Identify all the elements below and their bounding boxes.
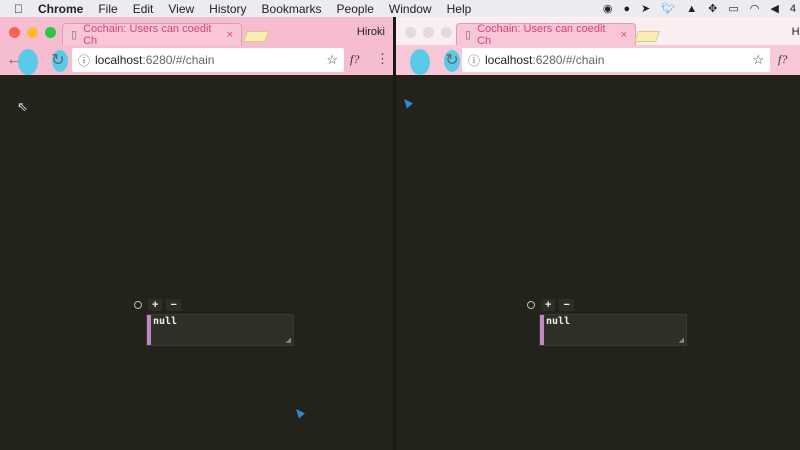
menu-window[interactable]: Window — [389, 2, 432, 16]
page-content: ⇖ + − null ◢ — [0, 75, 395, 450]
toolbar: ↻ ⓘ localhost:6280/#/chain ☆ f? — [396, 45, 800, 75]
menu-history[interactable]: History — [209, 2, 246, 16]
menu-edit[interactable]: Edit — [133, 2, 154, 16]
arrow-app-icon[interactable]: ➤ — [641, 2, 650, 15]
profile-name[interactable]: Hiroki — [357, 26, 385, 38]
bookmark-star-icon[interactable]: ☆ — [326, 52, 338, 68]
tab-bar: ▯ Cochain: Users can coedit Ch × Hiroki — [0, 17, 395, 47]
minimize-window-button[interactable] — [423, 27, 434, 38]
resize-grip-icon[interactable]: ◢ — [679, 336, 684, 344]
record-icon[interactable]: ◉ — [603, 2, 613, 15]
add-button[interactable]: + — [541, 299, 556, 311]
add-button[interactable]: + — [148, 299, 163, 311]
extension-button[interactable]: f? — [778, 52, 787, 67]
resize-grip-icon[interactable]: ◢ — [286, 336, 291, 344]
menu-help[interactable]: Help — [447, 2, 472, 16]
reload-icon[interactable]: ↻ — [442, 50, 462, 70]
code-editor[interactable]: null ◢ — [539, 314, 687, 346]
code-editor[interactable]: null ◢ — [146, 314, 294, 346]
maximize-window-button[interactable] — [441, 27, 452, 38]
menu-file[interactable]: File — [98, 2, 117, 16]
mouse-cursor-icon: ⇖ — [17, 99, 28, 114]
close-window-button[interactable] — [405, 27, 416, 38]
node-handle-icon[interactable] — [134, 301, 142, 309]
chain-node: + − null ◢ — [527, 299, 687, 346]
close-tab-icon[interactable]: × — [621, 29, 627, 41]
editor-value: null — [153, 316, 178, 327]
maximize-window-button[interactable] — [45, 27, 56, 38]
remote-cursor-icon — [293, 406, 305, 419]
bookmark-star-icon[interactable]: ☆ — [752, 52, 764, 68]
battery-text: 4 — [789, 2, 796, 15]
wifi-icon[interactable]: ◠ — [750, 2, 760, 15]
editor-value: null — [546, 316, 571, 327]
page-icon: ▯ — [71, 29, 78, 41]
tab-bar: ▯ Cochain: Users can coedit Ch × Hi — [396, 17, 800, 47]
volume-icon[interactable]: ◀ — [770, 2, 778, 15]
remove-button[interactable]: − — [559, 299, 574, 311]
more-menu-icon[interactable]: ⋮ — [376, 51, 389, 67]
browser-window-left: ▯ Cochain: Users can coedit Ch × Hiroki … — [0, 17, 395, 450]
reload-icon[interactable]: ↻ — [48, 50, 68, 70]
profile-name[interactable]: Hi — [792, 26, 800, 38]
address-bar[interactable]: ⓘ localhost:6280/#/chain ☆ — [72, 48, 344, 72]
robot-icon[interactable]: ✥ — [708, 2, 717, 15]
new-tab-button[interactable] — [633, 31, 661, 42]
url-path: :6280/#/chain — [142, 53, 215, 67]
close-tab-icon[interactable]: × — [227, 29, 233, 41]
airplay-icon[interactable]: ▭ — [728, 2, 738, 15]
toolbar: ← ↻ ⓘ localhost:6280/#/chain ☆ f? ⋮ — [0, 45, 395, 75]
bell-icon[interactable]: ▲ — [686, 3, 697, 15]
info-icon: ⓘ — [78, 53, 91, 68]
tab-cochain[interactable]: ▯ Cochain: Users can coedit Ch × — [456, 22, 636, 47]
url-host: localhost — [95, 53, 143, 67]
menu-app[interactable]: Chrome — [38, 2, 83, 16]
menu-view[interactable]: View — [168, 2, 194, 16]
page-content: + − null ◢ — [396, 75, 800, 450]
user-caret-bar — [540, 315, 544, 345]
apple-icon[interactable]:  — [14, 2, 23, 16]
tab-title: Cochain: Users can coedit Ch — [477, 22, 606, 47]
dot-icon[interactable]: ● — [623, 3, 630, 15]
window-controls — [405, 27, 452, 38]
status-tray: ◉ ● ➤ 🐦︎ ▲ ✥ ▭ ◠ ◀ 4 — [603, 0, 800, 17]
info-icon: ⓘ — [468, 53, 481, 68]
user-caret-bar — [147, 315, 151, 345]
chain-node: + − null ◢ — [134, 299, 294, 346]
menu-bar:  Chrome File Edit View History Bookmark… — [0, 0, 800, 17]
extension-button[interactable]: f? — [350, 52, 359, 67]
new-tab-button[interactable] — [242, 31, 270, 42]
menu-people[interactable]: People — [337, 2, 374, 16]
minimize-window-button[interactable] — [27, 27, 38, 38]
tab-title: Cochain: Users can coedit Ch — [83, 22, 212, 47]
node-handle-icon[interactable] — [527, 301, 535, 309]
url-path: :6280/#/chain — [532, 53, 605, 67]
close-window-button[interactable] — [9, 27, 20, 38]
tab-cochain[interactable]: ▯ Cochain: Users can coedit Ch × — [62, 22, 242, 47]
page-icon: ▯ — [465, 29, 472, 41]
url-host: localhost — [485, 53, 533, 67]
menu-bookmarks[interactable]: Bookmarks — [262, 2, 322, 16]
balloon-decoration — [18, 49, 38, 75]
twitter-icon[interactable]: 🐦︎ — [661, 2, 675, 15]
address-bar[interactable]: ⓘ localhost:6280/#/chain ☆ — [462, 48, 770, 72]
browser-window-right: ▯ Cochain: Users can coedit Ch × Hi ↻ ⓘ … — [396, 17, 800, 450]
window-controls — [9, 27, 56, 38]
remove-button[interactable]: − — [166, 299, 181, 311]
remote-cursor-icon — [401, 96, 413, 109]
balloon-decoration — [410, 49, 430, 75]
